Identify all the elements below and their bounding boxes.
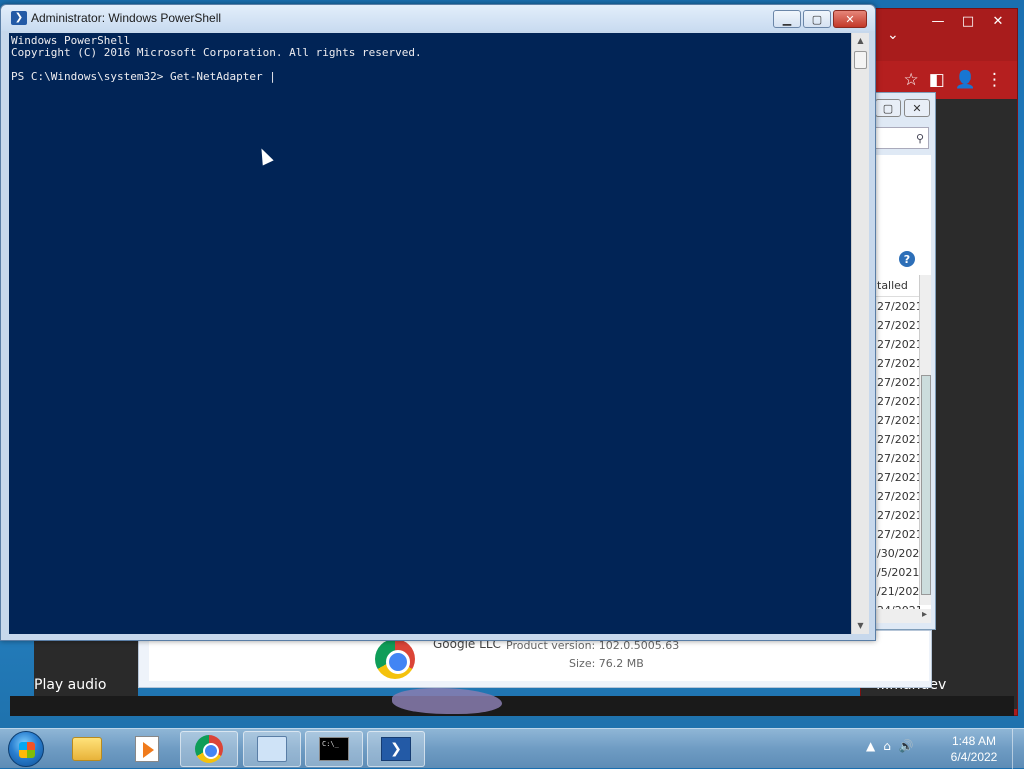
video-bar bbox=[10, 696, 1014, 716]
chrome-close-button[interactable]: ✕ bbox=[983, 11, 1013, 31]
powershell-icon: ❯ bbox=[381, 737, 411, 761]
horizontal-scrollbar[interactable]: ▸ bbox=[875, 609, 931, 623]
taskbar-media-player[interactable] bbox=[118, 731, 176, 767]
scroll-down-arrow-icon[interactable]: ▼ bbox=[852, 618, 869, 634]
menu-icon[interactable]: ⋮ bbox=[986, 70, 1003, 90]
taskbar-chrome[interactable] bbox=[180, 731, 238, 767]
show-desktop-button[interactable] bbox=[1012, 729, 1024, 769]
clock[interactable]: 1:48 AM 6/4/2022 bbox=[944, 733, 1004, 765]
search-input[interactable]: ⚲ bbox=[875, 127, 929, 149]
console-scrollbar[interactable]: ▲ ▼ bbox=[851, 33, 869, 634]
window-title: Administrator: Windows PowerShell bbox=[31, 11, 222, 25]
command-prompt-line[interactable]: PS C:\Windows\system32> Get-NetAdapter | bbox=[11, 71, 849, 83]
folder-icon bbox=[72, 737, 102, 761]
chrome-minimize-button[interactable]: — bbox=[923, 11, 953, 31]
cmd-icon: C:\_ bbox=[319, 737, 349, 761]
profile-icon[interactable]: 👤 bbox=[955, 70, 976, 90]
network-icon bbox=[257, 736, 287, 762]
taskbar-explorer[interactable] bbox=[58, 731, 116, 767]
maximize-button[interactable]: ▢ bbox=[803, 10, 831, 28]
scrollbar-thumb[interactable] bbox=[921, 375, 931, 595]
volume-icon[interactable]: 🔊 bbox=[899, 739, 914, 753]
taskbar-powershell[interactable]: ❯ bbox=[367, 731, 425, 767]
powershell-icon: ❯ bbox=[11, 11, 27, 25]
system-tray: ▲ ⌂ 🔊 bbox=[866, 739, 914, 753]
explorer-restore-button[interactable]: ▢ bbox=[875, 99, 901, 117]
console-output[interactable]: Windows PowerShell Copyright (C) 2016 Mi… bbox=[9, 33, 851, 634]
media-player-icon bbox=[135, 736, 159, 762]
title-bar[interactable]: ❯ Administrator: Windows PowerShell ▁ ▢ … bbox=[1, 5, 875, 31]
size-label: Size: 76.2 MB bbox=[569, 657, 644, 670]
search-icon: ⚲ bbox=[915, 131, 924, 145]
taskbar: C:\_ ❯ ▲ ⌂ 🔊 1:48 AM 6/4/2022 bbox=[0, 728, 1024, 769]
scroll-up-arrow-icon[interactable]: ▲ bbox=[852, 33, 869, 49]
tab-search-dropdown[interactable]: ⌄ bbox=[887, 27, 899, 43]
video-figure bbox=[392, 688, 502, 714]
start-button[interactable] bbox=[8, 731, 44, 767]
powershell-window: ❯ Administrator: Windows PowerShell ▁ ▢ … bbox=[0, 4, 876, 641]
minimize-button[interactable]: ▁ bbox=[773, 10, 801, 28]
help-icon[interactable]: ? bbox=[899, 251, 915, 267]
taskbar-network-tool[interactable] bbox=[243, 731, 301, 767]
star-icon[interactable]: ☆ bbox=[904, 70, 919, 90]
network-status-icon[interactable]: ⌂ bbox=[883, 739, 891, 753]
close-button[interactable]: ✕ bbox=[833, 10, 867, 28]
play-audio-button[interactable]: Play audio bbox=[34, 677, 106, 693]
explorer-close-button[interactable]: ✕ bbox=[904, 99, 930, 117]
show-hidden-icons-icon[interactable]: ▲ bbox=[866, 739, 875, 753]
taskbar-cmd[interactable]: C:\_ bbox=[305, 731, 363, 767]
chrome-restore-button[interactable]: □ bbox=[953, 11, 983, 31]
reader-mode-icon[interactable]: ◧ bbox=[929, 70, 945, 90]
chrome-icon bbox=[375, 639, 415, 679]
clock-date: 6/4/2022 bbox=[950, 750, 998, 764]
list-scrollbar[interactable] bbox=[919, 275, 931, 605]
chrome-icon bbox=[195, 735, 223, 763]
console-line: Copyright (C) 2016 Microsoft Corporation… bbox=[11, 46, 422, 59]
clock-time: 1:48 AM bbox=[951, 734, 997, 748]
scrollbar-thumb[interactable] bbox=[854, 51, 867, 69]
